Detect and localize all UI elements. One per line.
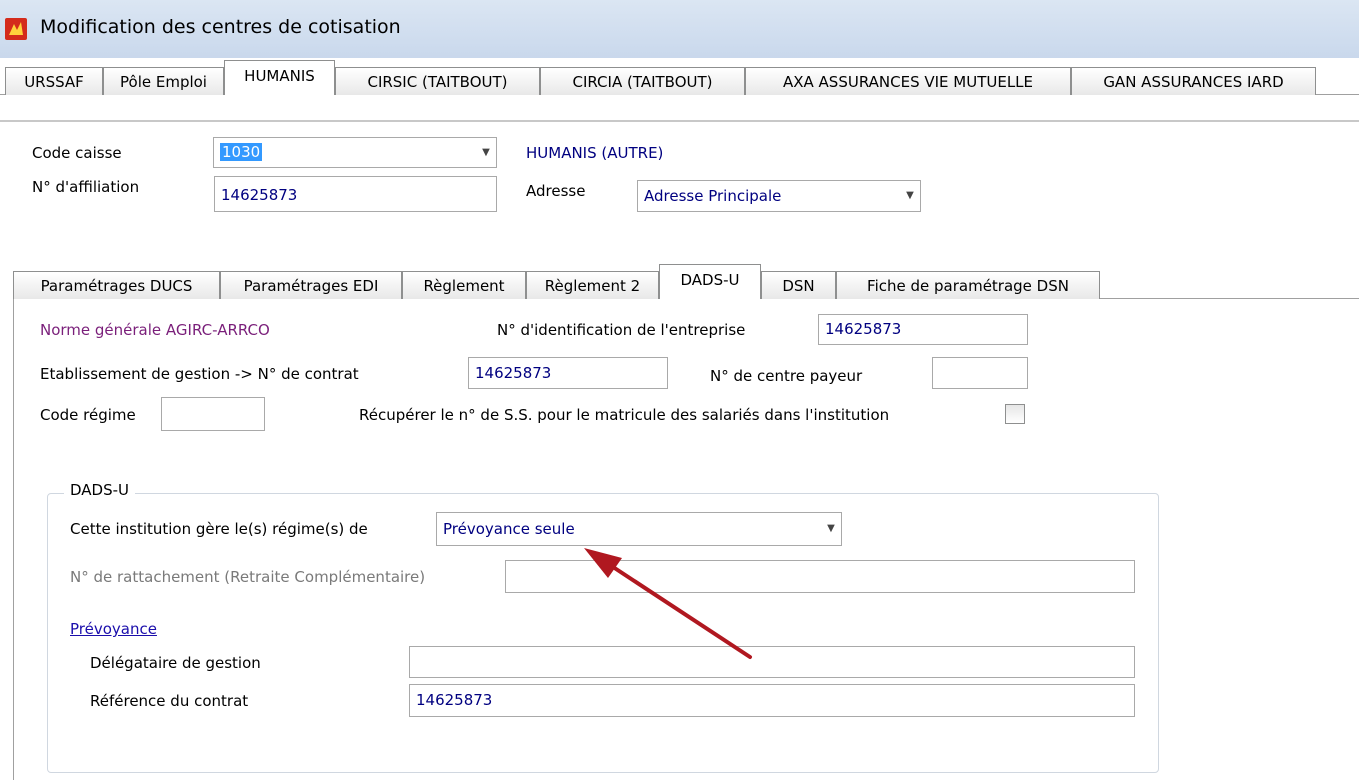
- chevron-down-icon[interactable]: ▼: [900, 181, 920, 211]
- reference-label: Référence du contrat: [90, 692, 249, 710]
- code-caisse-value: 1030: [220, 143, 263, 161]
- tab-pole-emploi[interactable]: Pôle Emploi: [103, 67, 224, 95]
- affiliation-input[interactable]: 14625873: [214, 176, 497, 212]
- delegataire-input[interactable]: [409, 646, 1135, 678]
- chevron-down-icon[interactable]: ▼: [476, 138, 496, 167]
- etablissement-label: Etablissement de gestion -> N° de contra…: [40, 365, 359, 383]
- tab-reglement-2[interactable]: Règlement 2: [526, 271, 659, 299]
- tab-urssaf[interactable]: URSSAF: [5, 67, 103, 95]
- tab-humanis[interactable]: HUMANIS: [224, 60, 335, 95]
- affiliation-label: N° d'affiliation: [32, 178, 140, 196]
- tab-parametrages-edi[interactable]: Paramétrages EDI: [220, 271, 402, 299]
- regime-value: Prévoyance seule: [443, 520, 575, 538]
- tab-dsn[interactable]: DSN: [761, 271, 836, 299]
- arrow-head: [584, 548, 622, 578]
- prevoyance-link[interactable]: Prévoyance: [70, 620, 157, 638]
- separator: [0, 120, 1359, 122]
- tab-fiche-parametrage-dsn[interactable]: Fiche de paramétrage DSN: [836, 271, 1100, 299]
- code-caisse-combo[interactable]: 1030 ▼: [213, 137, 497, 168]
- adresse-combo[interactable]: Adresse Principale ▼: [637, 180, 921, 212]
- code-caisse-label: Code caisse: [32, 144, 122, 162]
- chevron-down-icon[interactable]: ▼: [821, 513, 841, 545]
- tab-axa[interactable]: AXA ASSURANCES VIE MUTUELLE: [745, 67, 1071, 95]
- adresse-value: Adresse Principale: [644, 187, 782, 205]
- centre-payeur-input[interactable]: [932, 357, 1028, 389]
- code-regime-label: Code régime: [40, 406, 136, 424]
- arrow-shaft: [608, 563, 752, 659]
- tab-circia[interactable]: CIRCIA (TAITBOUT): [540, 67, 745, 95]
- recuperer-label: Récupérer le n° de S.S. pour le matricul…: [359, 406, 890, 424]
- code-regime-input[interactable]: [161, 397, 265, 431]
- window-title: Modification des centres de cotisation: [40, 16, 401, 38]
- contrat-input[interactable]: 14625873: [468, 357, 668, 389]
- caisse-name: HUMANIS (AUTRE): [526, 144, 664, 162]
- rattachement-label: N° de rattachement (Retraite Complémenta…: [70, 568, 426, 586]
- tab-gan[interactable]: GAN ASSURANCES IARD: [1071, 67, 1316, 95]
- recuperer-checkbox[interactable]: [1005, 404, 1025, 424]
- regime-label: Cette institution gère le(s) régime(s) d…: [70, 520, 368, 538]
- id-entreprise-label: N° d'identification de l'entreprise: [497, 321, 746, 339]
- centre-payeur-label: N° de centre payeur: [710, 367, 863, 385]
- tab-parametrages-ducs[interactable]: Paramétrages DUCS: [13, 271, 220, 299]
- tab-dads-u[interactable]: DADS-U: [659, 264, 761, 299]
- id-entreprise-input[interactable]: 14625873: [818, 314, 1028, 345]
- app-icon: [5, 18, 27, 40]
- tab-reglement[interactable]: Règlement: [402, 271, 526, 299]
- annotation-arrow: [584, 548, 752, 659]
- reference-input[interactable]: 14625873: [409, 684, 1135, 717]
- groupbox-title: DADS-U: [64, 481, 136, 499]
- adresse-label: Adresse: [526, 182, 586, 200]
- tab-cirsic[interactable]: CIRSIC (TAITBOUT): [335, 67, 540, 95]
- delegataire-label: Délégataire de gestion: [90, 654, 261, 672]
- norme-label: Norme générale AGIRC-ARRCO: [40, 321, 270, 339]
